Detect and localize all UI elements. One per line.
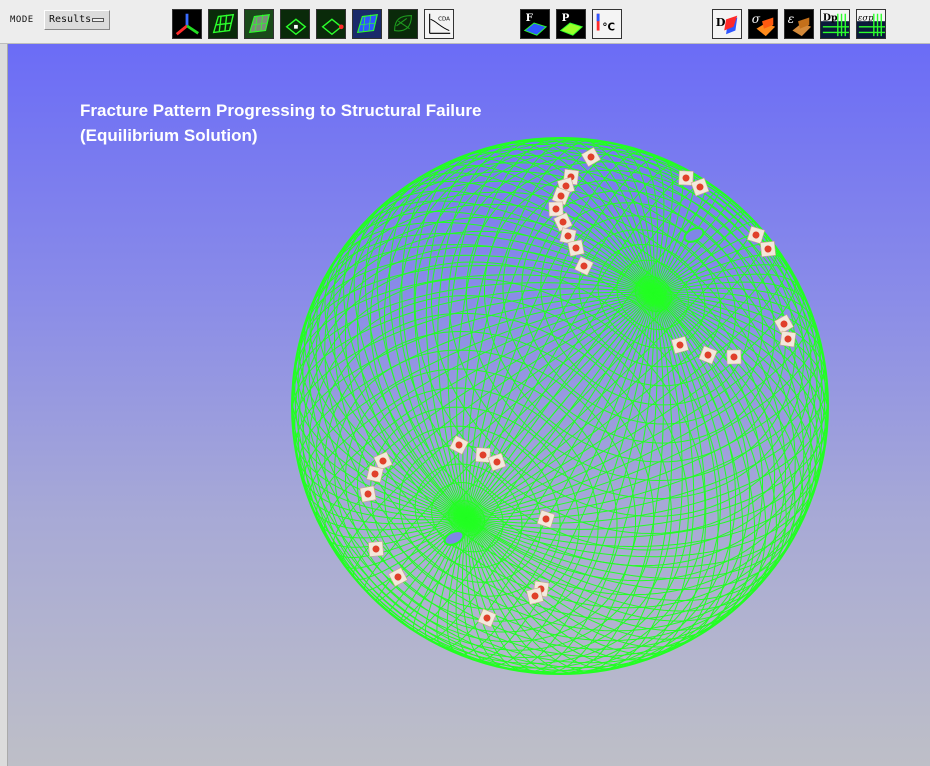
left-border [0,44,8,766]
axes-icon [175,13,199,36]
fracture-marker [477,608,497,628]
graph-button[interactable]: CDA [424,9,454,39]
dropdown-icon [92,18,104,22]
node-button[interactable] [316,9,346,39]
plastic-strain-label: εσp [858,12,874,22]
thermometer-icon: °C [596,13,615,34]
mode-select-value: Results [49,14,92,25]
displacement-button[interactable]: D [712,9,742,39]
plastic-strain-icon: εσp [857,10,885,37]
fracture-marker [359,485,377,503]
element-button[interactable] [280,9,310,39]
fracture-marker [567,239,585,257]
mode-select[interactable]: Results [44,10,110,30]
shaded-button[interactable] [244,9,274,39]
fracture-marker [526,587,544,605]
axes-button[interactable] [172,9,202,39]
graph-icon: CDA [429,13,451,34]
element-icon [285,18,307,36]
fracture-marker [581,147,601,167]
plastic-displacement-button[interactable]: Dp [820,9,850,39]
plastic-displacement-icon: Dp [821,10,849,37]
pole-hole [683,227,705,243]
fracture-marker [759,240,777,258]
force-button[interactable]: F [520,9,550,39]
stress-label: σ [752,12,761,26]
pressure-label: P [562,12,570,24]
title-line-1: Fracture Pattern Progressing to Structur… [80,101,482,120]
sphere-mesh [291,137,829,675]
pressure-button[interactable]: P [556,9,586,39]
fracture-marker [475,447,491,463]
fracture-marker [548,201,564,217]
fracture-marker [368,541,384,557]
temperature-button[interactable]: °C [592,9,622,39]
fracture-marker [366,465,384,483]
svg-text:CDA: CDA [438,16,450,22]
displacement-label: D [716,15,726,29]
wireframe-button[interactable] [208,9,238,39]
fracture-marker [779,330,797,348]
plastic-strain-button[interactable]: εσp [856,9,886,39]
wireframe-icon [212,13,235,34]
shaded-surface-icon [248,14,270,34]
pressure-icon: P [559,12,584,36]
temperature-label: °C [602,22,615,34]
viewport-title: Fracture Pattern Progressing to Structur… [80,98,481,148]
mesh-line [446,293,655,656]
stress-button[interactable]: σ [748,9,778,39]
strain-button[interactable]: ε [784,9,814,39]
stress-icon: σ [752,12,776,37]
mesh-outline-icon [394,15,412,32]
toolbar: MODE Results CDA F P °C D σ ε Dp εσp [0,0,930,44]
force-icon: F [523,12,548,36]
mesh-outline-button[interactable] [388,9,418,39]
title-line-2: (Equilibrium Solution) [80,126,258,145]
strain-icon: ε [788,12,812,37]
strain-label: ε [788,12,795,26]
displacement-icon: D [716,15,738,35]
node-icon [321,18,344,36]
mesh-blue-icon [356,14,378,34]
fracture-marker [726,349,742,365]
plastic-displacement-label: Dp [823,12,838,23]
mode-label: MODE [10,15,34,25]
3d-viewport[interactable]: Fracture Pattern Progressing to Structur… [8,44,930,766]
mesh-blue-button[interactable] [352,9,382,39]
force-label: F [526,12,534,24]
fracture-marker [774,314,794,334]
